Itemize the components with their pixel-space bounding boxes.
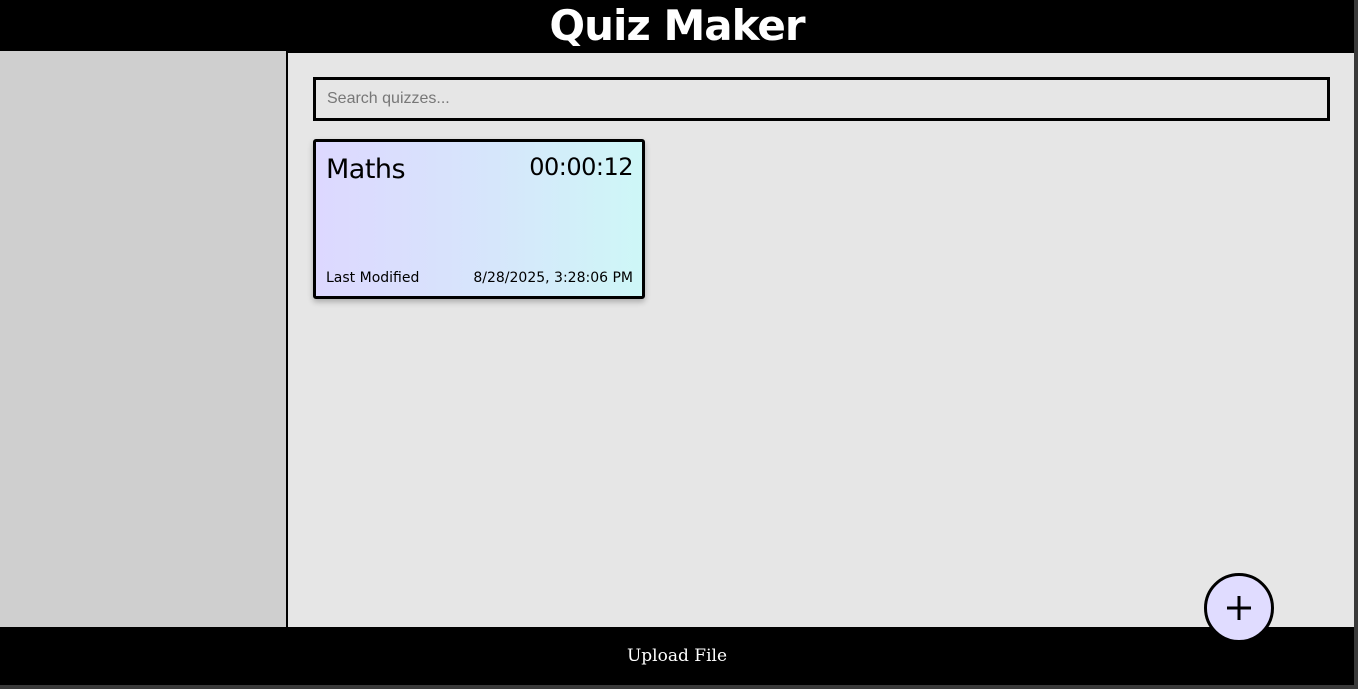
main-content: Maths 00:00:12 Last Modified 8/28/2025, … xyxy=(286,51,1354,629)
window-edge-bottom xyxy=(0,685,1358,689)
sidebar xyxy=(0,51,286,629)
last-modified-label: Last Modified xyxy=(326,270,420,286)
window-edge-right xyxy=(1354,0,1358,689)
header-bar: Quiz Maker xyxy=(0,0,1354,51)
search-input[interactable] xyxy=(313,77,1330,121)
footer-bar: Upload File xyxy=(0,627,1354,685)
quiz-name: Maths xyxy=(326,154,406,185)
quiz-card[interactable]: Maths 00:00:12 Last Modified 8/28/2025, … xyxy=(313,139,645,299)
add-quiz-button[interactable] xyxy=(1204,573,1274,643)
plus-icon xyxy=(1227,596,1251,620)
upload-file-button[interactable]: Upload File xyxy=(619,642,735,670)
app-window: Quiz Maker Maths 00:00:12 Last Modified … xyxy=(0,0,1358,689)
last-modified-value: 8/28/2025, 3:28:06 PM xyxy=(473,270,633,286)
quiz-time: 00:00:12 xyxy=(529,153,633,181)
app-title: Quiz Maker xyxy=(549,1,805,50)
